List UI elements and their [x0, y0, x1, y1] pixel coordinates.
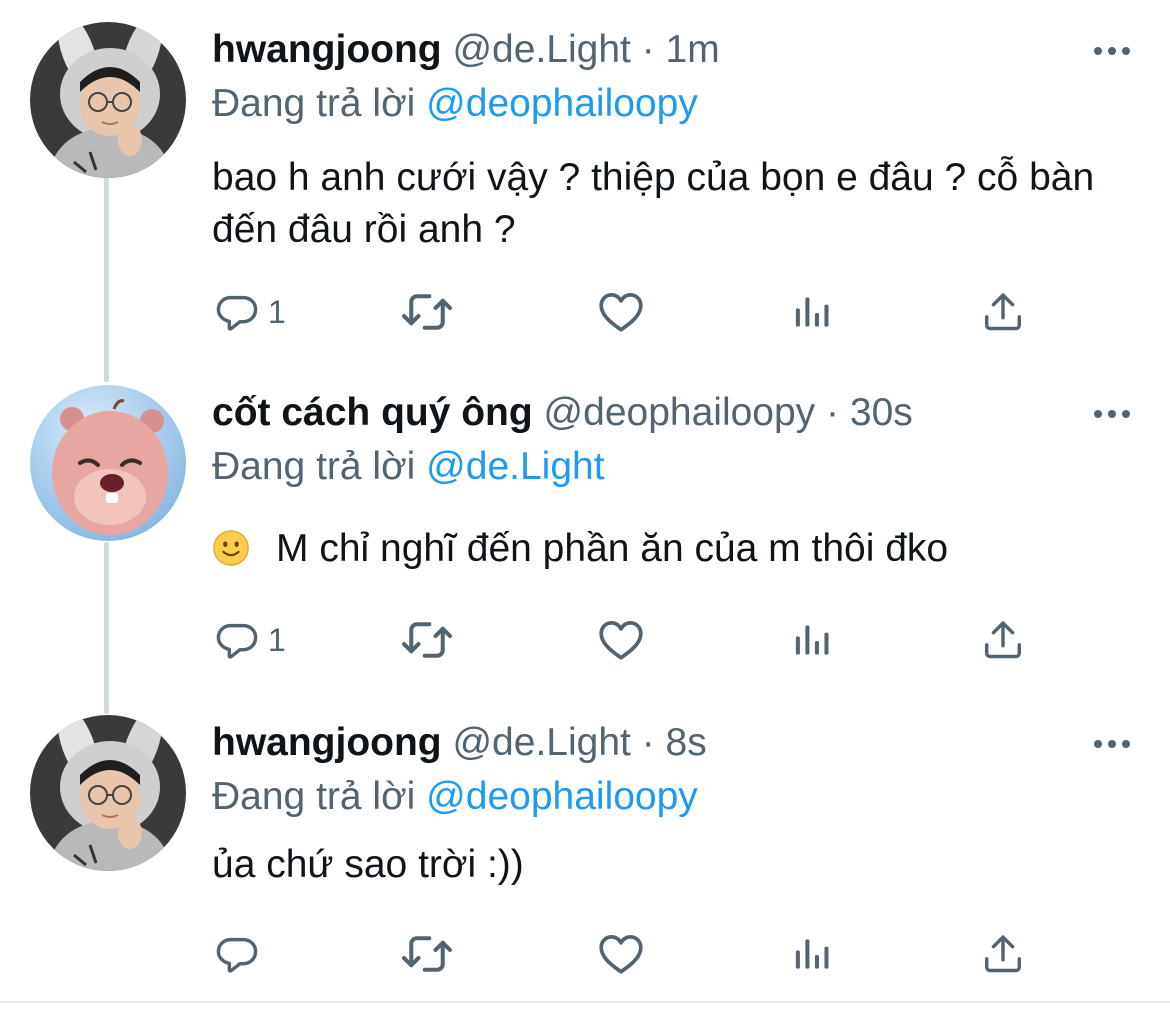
- analytics-bars-icon: [790, 290, 834, 334]
- conversation-thread: hwangjoong @de.Light · 1m Đang trả lời @…: [0, 0, 1170, 1017]
- user-handle[interactable]: @de.Light: [452, 28, 630, 71]
- views-button[interactable]: [790, 282, 834, 342]
- like-button[interactable]: [596, 282, 646, 342]
- action-bar: [212, 924, 1052, 984]
- comment-bubble-icon: [214, 289, 260, 335]
- views-button[interactable]: [790, 924, 834, 984]
- reply-button[interactable]: 1: [214, 610, 286, 670]
- display-name[interactable]: hwangjoong: [212, 721, 442, 764]
- heart-icon: [596, 287, 646, 337]
- retweet-icon: [400, 927, 454, 981]
- mention-link[interactable]: @de.Light: [426, 445, 604, 488]
- mention-link[interactable]: @deophailoopy: [426, 82, 698, 125]
- action-bar: 1: [212, 610, 1052, 670]
- timestamp[interactable]: 8s: [666, 721, 707, 764]
- share-button[interactable]: [980, 924, 1026, 984]
- more-dots-icon[interactable]: [1090, 725, 1134, 761]
- more-dots-icon[interactable]: [1090, 395, 1134, 431]
- tweet-header: cốt cách quý ông @deophailoopy · 30s: [212, 385, 1140, 441]
- reply-button[interactable]: [214, 924, 268, 984]
- share-button[interactable]: [980, 610, 1026, 670]
- replying-to-label: Đang trả lời: [212, 445, 416, 488]
- mention-link[interactable]: @deophailoopy: [426, 775, 698, 818]
- separator-dot: ·: [641, 28, 655, 71]
- timestamp[interactable]: 1m: [666, 28, 720, 71]
- tweet-body: hwangjoong @de.Light · 1m Đang trả lời @…: [212, 22, 1140, 256]
- tweet-text: bao h anh cưới vậy ? thiệp của bọn e đâu…: [212, 156, 1095, 251]
- replying-to: Đang trả lời @deophailoopy: [212, 771, 1140, 823]
- heart-icon: [596, 929, 646, 979]
- avatar[interactable]: [30, 385, 186, 541]
- user-handle[interactable]: @de.Light: [452, 721, 630, 764]
- avatar[interactable]: [30, 715, 186, 871]
- separator-dot: ·: [641, 721, 655, 764]
- replying-to-label: Đang trả lời: [212, 82, 416, 125]
- share-upload-icon: [980, 931, 1026, 977]
- reply-button[interactable]: 1: [214, 282, 286, 342]
- action-bar: 1: [212, 282, 1052, 342]
- tweet-body: cốt cách quý ông @deophailoopy · 30s Đan…: [212, 385, 1140, 575]
- tweet-text: ủa chứ sao trời :)): [212, 843, 524, 886]
- timestamp[interactable]: 30s: [850, 391, 913, 434]
- share-upload-icon: [980, 289, 1026, 335]
- retweet-button[interactable]: [400, 610, 454, 670]
- share-button[interactable]: [980, 282, 1026, 342]
- display-name[interactable]: cốt cách quý ông: [212, 391, 533, 434]
- retweet-button[interactable]: [400, 282, 454, 342]
- tweet-header: hwangjoong @de.Light · 8s: [212, 715, 1140, 771]
- user-handle[interactable]: @deophailoopy: [544, 391, 816, 434]
- retweet-icon: [400, 285, 454, 339]
- analytics-bars-icon: [790, 618, 834, 662]
- analytics-bars-icon: [790, 932, 834, 976]
- comment-bubble-icon: [214, 617, 260, 663]
- more-dots-icon[interactable]: [1090, 32, 1134, 68]
- reply-count: 1: [268, 293, 286, 330]
- like-button[interactable]: [596, 610, 646, 670]
- retweet-icon: [400, 613, 454, 667]
- tweet[interactable]: hwangjoong @de.Light · 8s Đang trả lời @…: [0, 715, 1170, 1015]
- separator-dot: ·: [826, 391, 840, 434]
- replying-to: Đang trả lời @deophailoopy: [212, 78, 1140, 130]
- tweet-text: M chỉ nghĩ đến phần ăn của m thôi đko: [276, 527, 949, 570]
- views-button[interactable]: [790, 610, 834, 670]
- tweet-text-row: M chỉ nghĩ đến phần ăn của m thôi đko: [212, 523, 1140, 575]
- slightly-smiling-face-emoji: [212, 529, 250, 567]
- tweet-header: hwangjoong @de.Light · 1m: [212, 22, 1140, 78]
- divider: [0, 1001, 1170, 1003]
- tweet[interactable]: cốt cách quý ông @deophailoopy · 30s Đan…: [0, 385, 1170, 685]
- share-upload-icon: [980, 617, 1026, 663]
- tweet-body: hwangjoong @de.Light · 8s Đang trả lời @…: [212, 715, 1140, 891]
- retweet-button[interactable]: [400, 924, 454, 984]
- reply-count: 1: [268, 621, 286, 658]
- tweet[interactable]: hwangjoong @de.Light · 1m Đang trả lời @…: [0, 22, 1170, 342]
- display-name[interactable]: hwangjoong: [212, 28, 442, 71]
- like-button[interactable]: [596, 924, 646, 984]
- replying-to-label: Đang trả lời: [212, 775, 416, 818]
- avatar[interactable]: [30, 22, 186, 178]
- heart-icon: [596, 615, 646, 665]
- comment-bubble-icon: [214, 931, 260, 977]
- replying-to: Đang trả lời @de.Light: [212, 441, 1140, 493]
